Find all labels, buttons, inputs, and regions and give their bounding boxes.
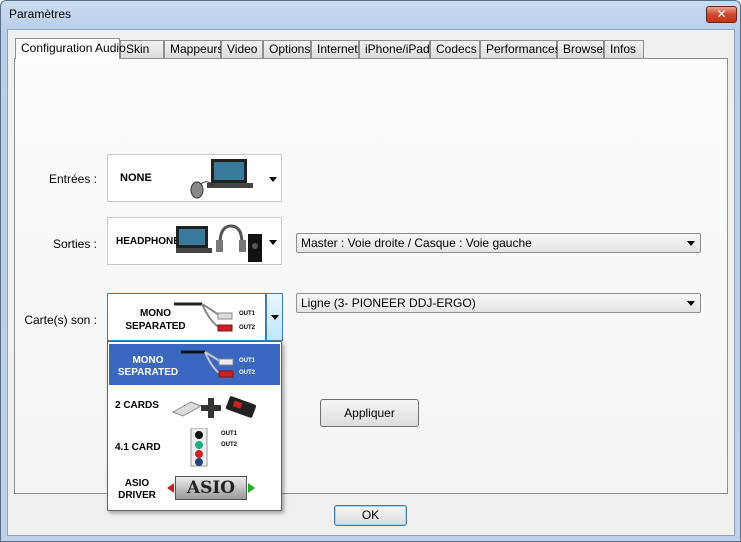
tab-label: iPhone/iPad bbox=[365, 42, 430, 56]
out2-tag: OUT2 bbox=[221, 442, 238, 448]
out1-tag: OUT1 bbox=[239, 311, 256, 317]
tab-iphone-ipad[interactable]: iPhone/iPad bbox=[359, 40, 430, 58]
laptop-mouse-icon bbox=[190, 159, 253, 199]
tab-mappeurs[interactable]: Mappeurs bbox=[164, 40, 224, 58]
arrow-left-icon bbox=[167, 483, 174, 493]
tab-internet[interactable]: Internet bbox=[311, 40, 359, 58]
close-button[interactable]: ✕ bbox=[706, 6, 737, 23]
outputs-combo[interactable]: HEADPHONES bbox=[107, 217, 282, 265]
label-line1: ASIO bbox=[124, 478, 150, 489]
chevron-down-icon bbox=[687, 301, 695, 306]
rca-cable-icon bbox=[181, 350, 234, 378]
window-title: Paramètres bbox=[9, 7, 72, 21]
tab-label: Video bbox=[227, 42, 258, 56]
inputs-combo[interactable]: NONE bbox=[107, 154, 282, 202]
tab-infos[interactable]: Infos bbox=[604, 40, 644, 58]
output-routing-select[interactable]: Master : Voie droite / Casque : Voie gau… bbox=[296, 233, 701, 253]
apply-label: Appliquer bbox=[344, 406, 395, 420]
rca-cable-icon bbox=[174, 302, 233, 332]
option-mono-separated[interactable]: MONO SEPARATED OUT1 OUT2 bbox=[109, 344, 280, 385]
label-line1: MONO bbox=[139, 308, 172, 319]
option-label: MONO SEPARATED bbox=[113, 355, 183, 379]
tab-configuration-audio[interactable]: Configuration Audio bbox=[15, 38, 126, 59]
outputs-label: Sorties : bbox=[52, 237, 97, 251]
arrow-right-icon bbox=[248, 483, 255, 493]
label-line1: MONO bbox=[132, 355, 164, 366]
chevron-down-icon bbox=[687, 241, 695, 246]
tab-performances[interactable]: Performances bbox=[480, 40, 561, 58]
tab-browser[interactable]: Browser bbox=[557, 40, 608, 58]
out1-tag: OUT1 bbox=[239, 358, 256, 364]
chevron-down-icon bbox=[271, 315, 279, 320]
tab-skin[interactable]: Skin bbox=[120, 40, 164, 58]
tab-label: Internet bbox=[317, 42, 358, 56]
out1-tag: OUT1 bbox=[221, 431, 238, 437]
soundcards-label: Carte(s) son : bbox=[24, 313, 97, 327]
title-bar[interactable]: Paramètres ✕ bbox=[1, 1, 740, 29]
tab-label: Performances bbox=[486, 42, 561, 56]
soundcards-combo[interactable]: MONO SEPARATED OUT1 OUT2 bbox=[107, 293, 266, 341]
out2-tag: OUT2 bbox=[239, 370, 256, 376]
output-routing-value: Master : Voie droite / Casque : Voie gau… bbox=[301, 236, 532, 250]
soundcards-dropdown-button[interactable] bbox=[266, 293, 283, 341]
tab-label: Browser bbox=[563, 42, 608, 56]
apply-button[interactable]: Appliquer bbox=[320, 399, 419, 427]
tab-label: Infos bbox=[610, 42, 637, 56]
tab-codecs[interactable]: Codecs bbox=[430, 40, 480, 58]
inputs-label: Entrées : bbox=[48, 172, 97, 186]
settings-window: Paramètres ✕ Configuration Audio Skin Ma… bbox=[0, 0, 741, 542]
option-4-1-card[interactable]: 4.1 CARD OUT1 OUT2 bbox=[109, 428, 280, 469]
out2-tag: OUT2 bbox=[239, 325, 256, 331]
soundcard-device-select[interactable]: Ligne (3- PIONEER DDJ-ERGO) bbox=[296, 293, 701, 313]
tab-video[interactable]: Video bbox=[221, 40, 263, 58]
chevron-down-icon bbox=[269, 177, 277, 182]
option-label: 4.1 CARD bbox=[115, 442, 161, 453]
ok-label: OK bbox=[361, 508, 380, 522]
option-2-cards[interactable]: 2 CARDS bbox=[109, 386, 280, 427]
option-label: ASIO DRIVER bbox=[113, 478, 161, 502]
tab-label: Options bbox=[269, 42, 311, 56]
jack-panel-icon bbox=[190, 428, 208, 467]
ok-button[interactable]: OK bbox=[334, 505, 407, 526]
option-asio-driver[interactable]: ASIO DRIVER ASIO bbox=[109, 470, 280, 511]
label-line2: DRIVER bbox=[118, 490, 156, 501]
chevron-down-icon bbox=[269, 240, 277, 245]
headphones-speaker-icon bbox=[176, 224, 262, 262]
soundcards-dropdown-list: MONO SEPARATED OUT1 OUT2 2 CARDS 4.1 CAR… bbox=[107, 341, 282, 511]
asio-logo: ASIO bbox=[175, 476, 247, 500]
tab-label: Skin bbox=[126, 42, 150, 56]
two-cards-icon bbox=[171, 396, 256, 418]
inputs-selected-label: NONE bbox=[120, 172, 152, 184]
tab-label: Mappeurs bbox=[170, 42, 224, 56]
label-line2: SEPARATED bbox=[117, 367, 179, 378]
tab-label: Configuration Audio bbox=[21, 41, 126, 55]
tab-options[interactable]: Options bbox=[263, 40, 311, 58]
close-icon: ✕ bbox=[716, 7, 727, 21]
soundcard-device-value: Ligne (3- PIONEER DDJ-ERGO) bbox=[301, 296, 476, 310]
tab-label: Codecs bbox=[436, 42, 477, 56]
option-label: 2 CARDS bbox=[115, 400, 159, 411]
